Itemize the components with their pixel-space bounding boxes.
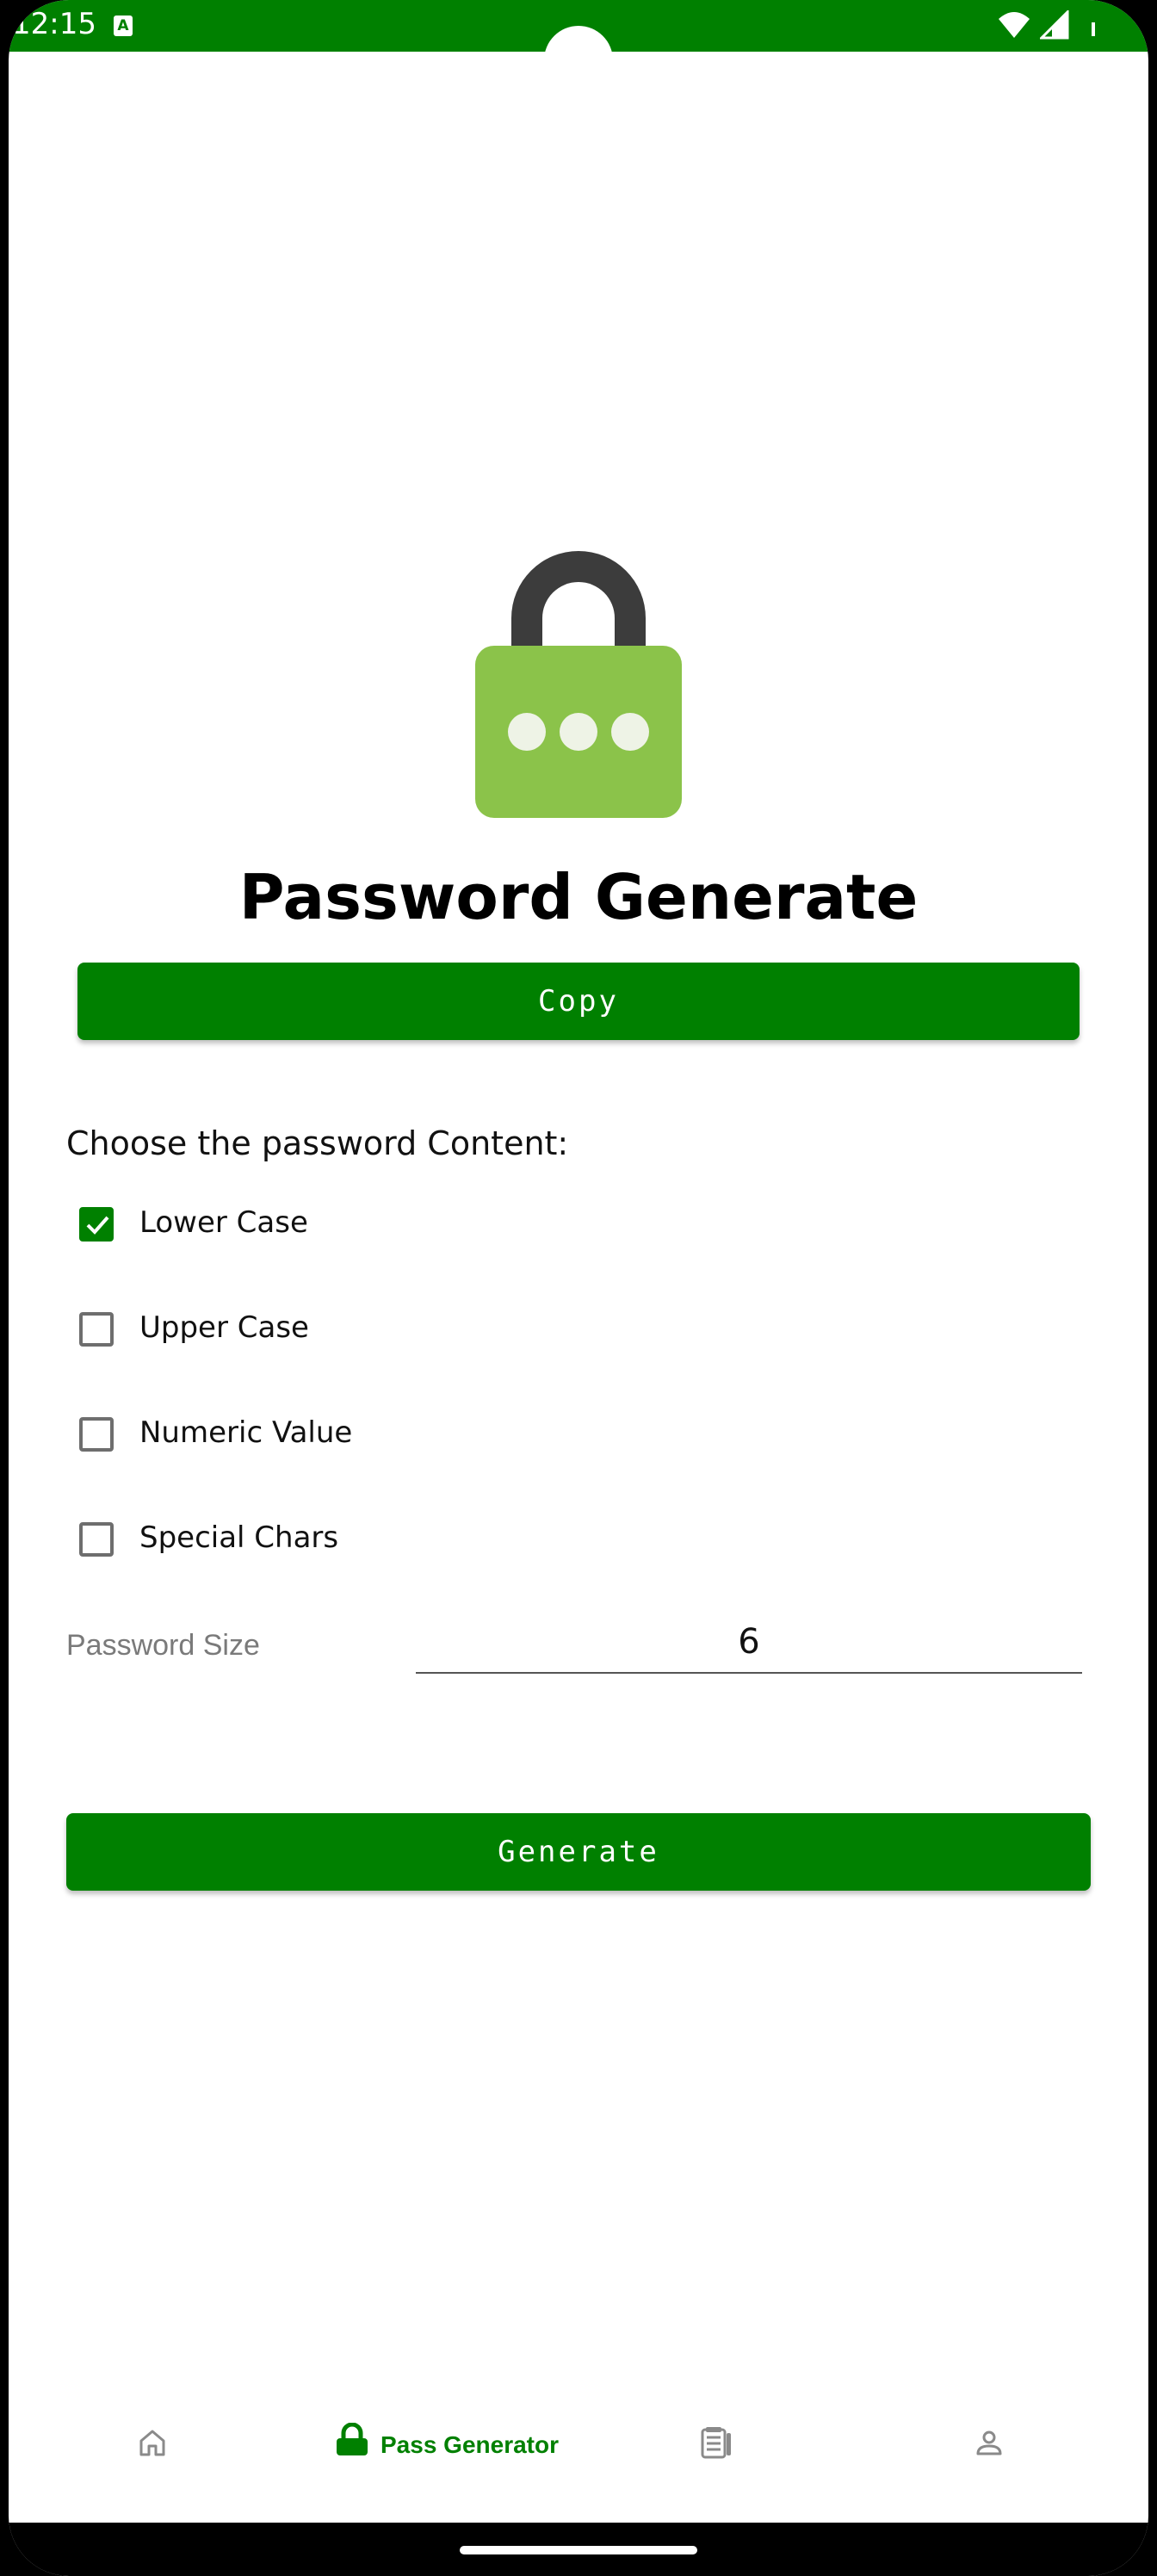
password-size-label: Password Size — [66, 1629, 260, 1662]
status-bar: 12:15 A — [9, 0, 1148, 95]
battery-icon — [1092, 22, 1095, 36]
camera-cutout — [544, 26, 613, 95]
notification-a-icon: A — [114, 15, 133, 36]
nav-pass-generator[interactable]: Pass Generator — [334, 2422, 559, 2509]
password-size-input[interactable] — [416, 1612, 1082, 1674]
nav-pass-generator-label: Pass Generator — [381, 2431, 559, 2458]
check-icon — [86, 1216, 109, 1235]
lock-icon — [337, 2422, 368, 2455]
checkbox-numeric-value[interactable] — [79, 1417, 114, 1452]
checkbox-upper-case[interactable] — [79, 1312, 114, 1347]
lock-icon — [475, 551, 682, 818]
options-heading: Choose the password Content: — [66, 1124, 569, 1162]
status-time: 12:15 — [12, 7, 96, 41]
checkbox-special-chars[interactable] — [79, 1522, 114, 1557]
option-label: Special Chars — [139, 1520, 339, 1555]
nav-profile[interactable] — [974, 2428, 1004, 2514]
person-icon — [976, 2430, 1002, 2455]
checkbox-lower-case[interactable] — [79, 1207, 114, 1242]
home-indicator[interactable] — [460, 2546, 697, 2554]
option-label: Numeric Value — [139, 1415, 353, 1450]
copy-button[interactable]: Copy — [77, 963, 1080, 1040]
notes-icon — [701, 2427, 731, 2459]
option-label: Lower Case — [139, 1205, 308, 1240]
option-label: Upper Case — [139, 1310, 309, 1345]
nav-home[interactable] — [138, 2428, 167, 2514]
page-title: Password Generate — [238, 861, 919, 933]
app-frame: 12:15 A Password Generate Copy Choose th… — [9, 0, 1148, 2576]
home-icon — [139, 2430, 165, 2456]
wifi-icon — [999, 12, 1030, 38]
bottom-navigation: Pass Generator — [9, 2402, 1148, 2497]
signal-icon — [1040, 10, 1069, 40]
screen: 12:15 A Password Generate Copy Choose th… — [0, 0, 1157, 2576]
nav-notes[interactable] — [697, 2426, 735, 2512]
generate-button[interactable]: Generate — [66, 1813, 1091, 1891]
